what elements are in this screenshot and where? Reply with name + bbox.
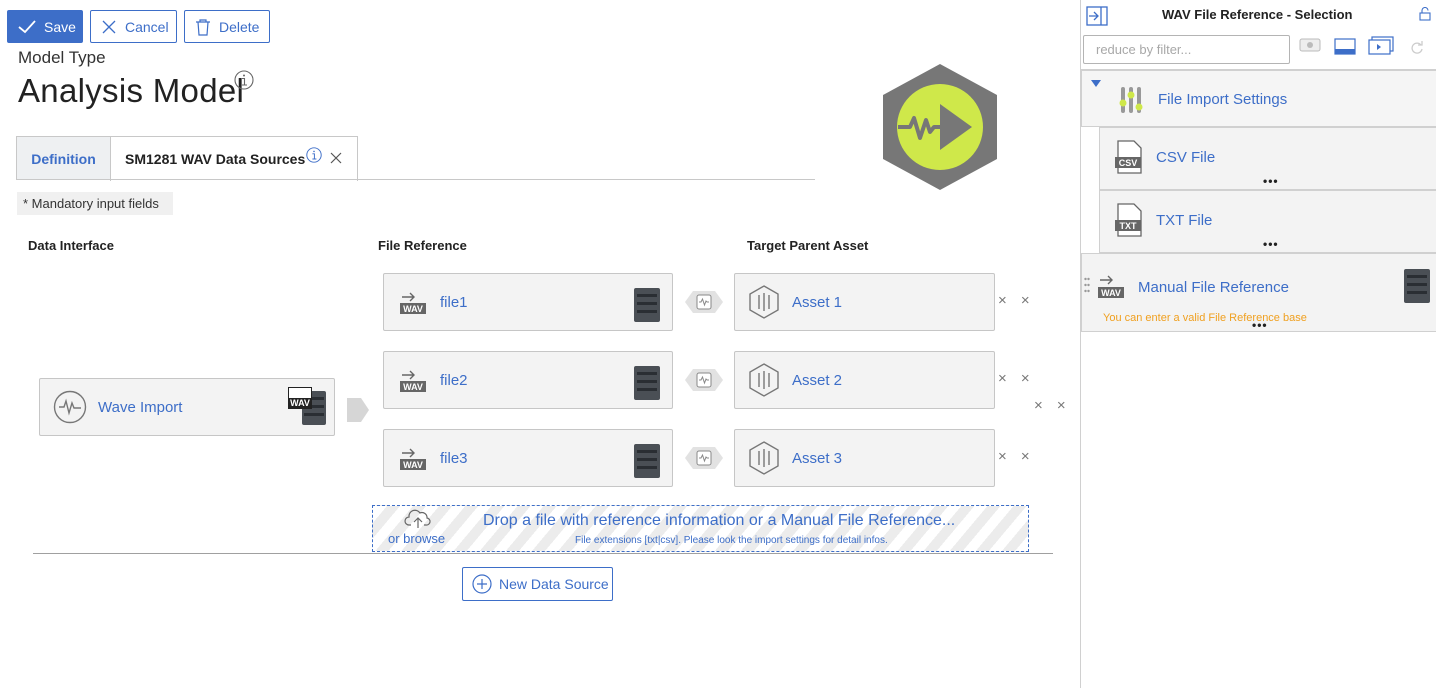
tab-sm1281-label: SM1281 WAV Data Sources — [125, 151, 306, 167]
close-icon — [102, 20, 116, 33]
tab-close-icon[interactable] — [330, 151, 342, 169]
panel-title: WAV File Reference - Selection — [1162, 7, 1353, 22]
target-asset-card[interactable]: Asset 1 — [734, 273, 995, 331]
asset-icon — [749, 363, 779, 397]
analysis-model-icon — [883, 64, 997, 190]
target-asset-card[interactable]: Asset 3 — [734, 429, 995, 487]
plus-circle-icon — [472, 574, 492, 594]
wav-file-badge: WAV — [288, 387, 312, 409]
browse-link[interactable]: or browse — [388, 531, 445, 546]
refresh-icon[interactable] — [1410, 40, 1424, 54]
dock-icon[interactable] — [1086, 6, 1108, 26]
waveform-icon — [53, 390, 87, 424]
trash-icon — [196, 18, 210, 36]
link-icon — [685, 369, 723, 391]
data-interface-card[interactable]: Wave Import WAV — [39, 378, 335, 436]
wav-file-icon: WAV — [400, 370, 426, 392]
model-type-label: Model Type — [18, 48, 106, 67]
remove-row-button[interactable]: × × — [998, 292, 1035, 309]
remove-row-button[interactable]: × × — [998, 448, 1035, 465]
expand-triangle-icon[interactable] — [1091, 80, 1101, 88]
file-reference-card[interactable]: WAV file3 — [383, 429, 673, 487]
cancel-button[interactable]: Cancel — [90, 10, 177, 43]
mandatory-note: * Mandatory input fields — [17, 192, 173, 215]
device-icon — [634, 288, 660, 322]
group-label: File Import Settings — [1158, 91, 1288, 108]
txt-file-icon: TXT — [1115, 203, 1142, 237]
manual-file-reference-label: Manual File Reference — [1138, 279, 1289, 296]
wav-file-icon: WAV — [400, 292, 426, 314]
file-import-settings-group[interactable]: File Import Settings — [1081, 70, 1436, 127]
remove-data-source-button[interactable]: × × — [1034, 397, 1071, 414]
target-asset-label: Asset 3 — [792, 449, 843, 467]
column-header-file-reference: File Reference — [378, 238, 467, 253]
csv-file-icon: CSV — [1115, 140, 1142, 174]
upload-cloud-icon — [404, 509, 431, 528]
unlock-icon[interactable] — [1418, 7, 1432, 21]
page-title: Analysis Model — [18, 72, 245, 109]
txt-file-label: TXT File — [1156, 212, 1213, 229]
file-reference-label: file3 — [440, 449, 468, 467]
preview-view-icon[interactable] — [1368, 36, 1394, 55]
remove-row-button[interactable]: × × — [998, 370, 1035, 387]
section-divider — [33, 553, 1053, 554]
wav-file-icon-text: WAV — [403, 304, 423, 314]
connector-arrow-icon — [347, 398, 369, 422]
delete-label: Delete — [219, 18, 260, 35]
more-options-icon[interactable]: ••• — [1263, 237, 1279, 251]
delete-button[interactable]: Delete — [184, 10, 270, 43]
target-asset-label: Asset 1 — [792, 293, 843, 311]
asset-icon — [749, 441, 779, 475]
column-header-target-parent-asset: Target Parent Asset — [747, 238, 869, 253]
csv-file-item[interactable]: CSV CSV File ••• — [1099, 127, 1436, 190]
drop-zone-title: Drop a file with reference information o… — [483, 512, 956, 529]
new-data-source-label: New Data Source — [499, 576, 609, 592]
manual-wav-icon-text: WAV — [1101, 288, 1121, 298]
target-asset-card[interactable]: Asset 2 — [734, 351, 995, 409]
device-icon — [634, 444, 660, 478]
wav-file-icon: WAV — [1098, 275, 1124, 298]
info-icon[interactable] — [234, 70, 254, 90]
file-reference-label: file1 — [440, 293, 468, 311]
slider-icon — [1119, 87, 1143, 113]
txt-file-item[interactable]: TXT TXT File ••• — [1099, 190, 1436, 253]
txt-file-icon-text: TXT — [1120, 221, 1138, 231]
link-icon — [685, 291, 723, 313]
device-icon — [1404, 269, 1430, 303]
data-interface-label: Wave Import — [98, 398, 183, 416]
cancel-label: Cancel — [125, 18, 169, 35]
list-view-icon[interactable] — [1334, 38, 1356, 55]
view-toggle-icon[interactable] — [1299, 38, 1321, 52]
tab-info-icon[interactable] — [306, 147, 322, 163]
drag-handle-icon[interactable] — [1084, 277, 1090, 293]
tab-definition[interactable]: Definition — [16, 136, 111, 180]
file-reference-card[interactable]: WAV file1 — [383, 273, 673, 331]
file-reference-label: file2 — [440, 371, 468, 389]
more-options-icon[interactable]: ••• — [1263, 174, 1279, 188]
save-label: Save — [44, 18, 76, 35]
manual-reference-hint: You can enter a valid File Reference bas… — [1103, 312, 1307, 324]
asset-icon — [749, 285, 779, 319]
wav-file-badge-text: WAV — [289, 398, 311, 408]
target-asset-label: Asset 2 — [792, 371, 843, 389]
save-button[interactable]: Save — [7, 10, 83, 43]
tab-divider — [16, 179, 815, 180]
device-icon — [634, 366, 660, 400]
wav-file-icon: WAV — [400, 448, 426, 470]
tab-definition-label: Definition — [31, 150, 96, 167]
new-data-source-button[interactable]: New Data Source — [462, 567, 613, 601]
csv-file-icon-text: CSV — [1119, 158, 1138, 168]
wav-file-icon-text: WAV — [403, 460, 423, 470]
csv-file-label: CSV File — [1156, 149, 1216, 166]
wav-file-icon-text: WAV — [403, 382, 423, 392]
link-icon — [685, 447, 723, 469]
column-header-data-interface: Data Interface — [28, 238, 114, 253]
filter-input[interactable] — [1083, 35, 1290, 64]
drop-zone-subtitle: File extensions [txt|csv]. Please look t… — [575, 535, 888, 546]
file-reference-card[interactable]: WAV file2 — [383, 351, 673, 409]
check-icon — [18, 19, 36, 33]
